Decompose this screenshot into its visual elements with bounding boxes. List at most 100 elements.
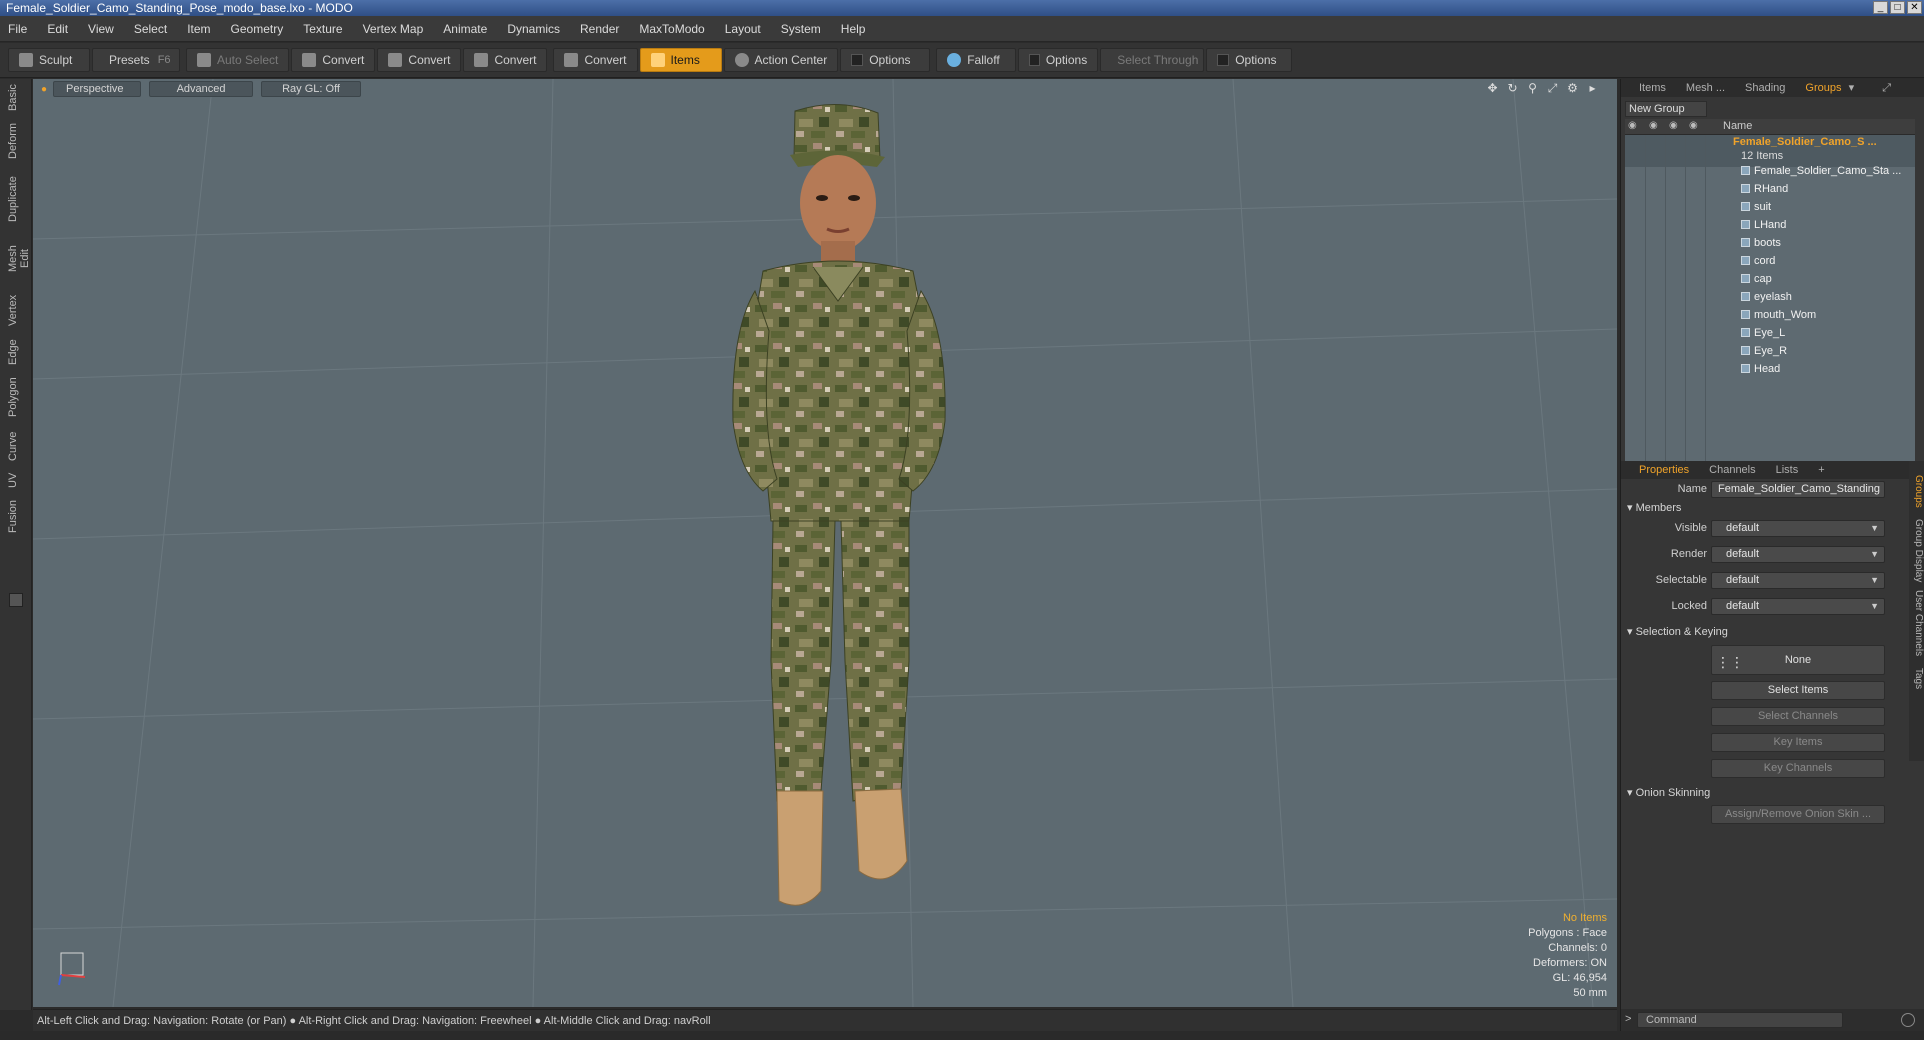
side-tab-tags[interactable]: Tags <box>1910 665 1924 693</box>
menu-edit[interactable]: Edit <box>47 22 68 36</box>
tab-edge[interactable]: Edge <box>7 339 25 365</box>
render-icon[interactable]: ◉ <box>1649 120 1658 131</box>
menu-dynamics[interactable]: Dynamics <box>507 22 560 36</box>
assign-onion-skin-button[interactable]: Assign/Remove Onion Skin ... <box>1711 805 1885 824</box>
list-item[interactable]: Head <box>1625 363 1915 375</box>
tab-basic[interactable]: Basic <box>7 84 25 111</box>
new-group-button[interactable]: New Group <box>1625 101 1707 117</box>
minimize-icon[interactable]: _ <box>1873 1 1888 14</box>
panel-toggle-icon[interactable] <box>9 593 23 607</box>
items-mode-button[interactable]: Items <box>639 48 722 72</box>
list-item[interactable]: cap <box>1625 273 1915 285</box>
list-item[interactable]: mouth_Wom <box>1625 309 1915 321</box>
convert-button-4[interactable]: Convert <box>553 48 638 72</box>
tab-curve[interactable]: Curve <box>7 431 25 461</box>
tab-deform[interactable]: Deform <box>7 123 25 159</box>
options-button-2[interactable]: Options <box>1018 48 1099 72</box>
options-button-3[interactable]: Options <box>1206 48 1293 72</box>
tab-properties[interactable]: Properties <box>1639 464 1689 476</box>
group-name-field[interactable]: Female_Soldier_Camo_Standing <box>1711 481 1885 498</box>
selection-keying-section[interactable]: ▾ Selection & Keying <box>1627 625 1728 638</box>
group-name[interactable]: Female_Soldier_Camo_S ... <box>1625 136 1915 148</box>
eye-icon[interactable]: ◉ <box>1628 120 1637 131</box>
convert-button-2[interactable]: Convert <box>377 48 462 72</box>
pan-icon[interactable]: ✥ <box>1486 82 1499 95</box>
tab-mesh-edit[interactable]: Mesh Edit <box>7 235 31 283</box>
maximize-icon[interactable]: □ <box>1890 1 1905 14</box>
none-button[interactable]: ⋮⋮ None <box>1711 645 1885 675</box>
menu-animate[interactable]: Animate <box>443 22 487 36</box>
lock-icon[interactable]: ◉ <box>1669 120 1678 131</box>
side-tab-user-channels[interactable]: User Channels <box>1910 589 1924 657</box>
tab-vertex[interactable]: Vertex <box>7 293 25 327</box>
record-icon[interactable] <box>1901 1013 1915 1027</box>
action-center-button[interactable]: Action Center <box>723 48 839 72</box>
dropdown-icon[interactable]: ▾ <box>1849 82 1863 94</box>
tab-lists[interactable]: Lists <box>1776 464 1799 476</box>
sculpt-button[interactable]: Sculpt <box>8 48 90 72</box>
options-button-1[interactable]: Options <box>840 48 931 72</box>
tab-fusion[interactable]: Fusion <box>7 499 25 533</box>
presets-button[interactable]: Presets F6 <box>92 48 180 72</box>
list-item[interactable]: eyelash <box>1625 291 1915 303</box>
list-item[interactable]: Eye_R <box>1625 345 1915 357</box>
menu-item[interactable]: Item <box>187 22 210 36</box>
menu-view[interactable]: View <box>88 22 114 36</box>
viewport-menu-icon[interactable]: ● <box>41 84 47 95</box>
tab-shading[interactable]: Shading <box>1745 82 1785 94</box>
list-item[interactable]: LHand <box>1625 219 1915 231</box>
render-dropdown[interactable]: default ▼ <box>1711 546 1885 563</box>
menu-texture[interactable]: Texture <box>303 22 342 36</box>
perspective-button[interactable]: Perspective <box>53 81 142 97</box>
menu-maxtomodo[interactable]: MaxToModo <box>639 22 704 36</box>
members-section[interactable]: ▾ Members <box>1627 501 1681 514</box>
select-items-button[interactable]: Select Items <box>1711 681 1885 700</box>
expand-arrow-icon[interactable]: ▸ <box>1586 82 1599 95</box>
menu-geometry[interactable]: Geometry <box>231 22 284 36</box>
falloff-button[interactable]: Falloff <box>936 48 1017 72</box>
menu-file[interactable]: File <box>8 22 27 36</box>
convert-button-3[interactable]: Convert <box>463 48 548 72</box>
command-input[interactable]: Command <box>1637 1012 1843 1028</box>
side-tab-groups[interactable]: Groups <box>1910 471 1924 511</box>
list-item[interactable]: boots <box>1625 237 1915 249</box>
menu-help[interactable]: Help <box>841 22 866 36</box>
list-item[interactable]: suit <box>1625 201 1915 213</box>
menu-select[interactable]: Select <box>134 22 167 36</box>
visible-dropdown[interactable]: default ▼ <box>1711 520 1885 537</box>
side-tab-group-display[interactable]: Group Display <box>1910 519 1924 583</box>
rotate-icon[interactable]: ↻ <box>1506 82 1519 95</box>
select-icon[interactable]: ◉ <box>1689 120 1698 131</box>
list-item[interactable]: Female_Soldier_Camo_Sta ... <box>1625 165 1915 177</box>
onion-skinning-section[interactable]: ▾ Onion Skinning <box>1627 786 1710 799</box>
gear-icon[interactable]: ⚙ <box>1566 82 1579 95</box>
add-tab-icon[interactable]: + <box>1818 464 1824 476</box>
select-through-button[interactable]: Select Through <box>1100 48 1205 72</box>
tab-groups[interactable]: Groups <box>1805 82 1841 94</box>
list-item[interactable]: RHand <box>1625 183 1915 195</box>
3d-viewport[interactable]: ● Perspective Advanced Ray GL: Off ✥ ↻ ⚲… <box>33 79 1617 1007</box>
list-item[interactable]: Eye_L <box>1625 327 1915 339</box>
list-item[interactable]: cord <box>1625 255 1915 267</box>
advanced-button[interactable]: Advanced <box>149 81 254 97</box>
key-items-button[interactable]: Key Items <box>1711 733 1885 752</box>
tab-uv[interactable]: UV <box>7 471 25 489</box>
select-channels-button[interactable]: Select Channels <box>1711 707 1885 726</box>
raygl-button[interactable]: Ray GL: Off <box>261 81 362 97</box>
menu-layout[interactable]: Layout <box>725 22 761 36</box>
key-channels-button[interactable]: Key Channels <box>1711 759 1885 778</box>
tab-channels[interactable]: Channels <box>1709 464 1755 476</box>
tab-mesh[interactable]: Mesh ... <box>1686 82 1725 94</box>
zoom-icon[interactable]: ⚲ <box>1526 82 1539 95</box>
selectable-dropdown[interactable]: default ▼ <box>1711 572 1885 589</box>
menu-system[interactable]: System <box>781 22 821 36</box>
auto-select-button[interactable]: Auto Select <box>186 48 290 72</box>
fit-icon[interactable]: ⤢ <box>1546 82 1559 95</box>
tab-items[interactable]: Items <box>1639 82 1666 94</box>
menu-render[interactable]: Render <box>580 22 619 36</box>
tab-polygon[interactable]: Polygon <box>7 375 25 419</box>
tab-duplicate[interactable]: Duplicate <box>7 175 25 223</box>
convert-button-1[interactable]: Convert <box>291 48 376 72</box>
menu-vertex-map[interactable]: Vertex Map <box>363 22 424 36</box>
maximize-panel-icon[interactable]: ⤢ <box>1882 82 1899 94</box>
